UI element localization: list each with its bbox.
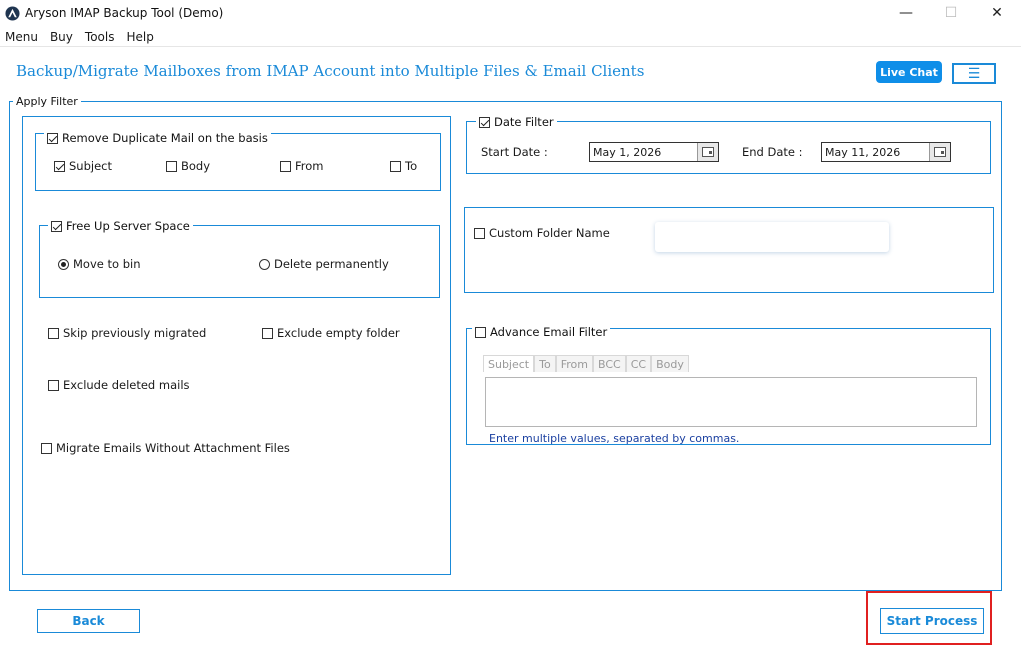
duplicate-to-checkbox[interactable]: To — [390, 159, 417, 173]
checkbox-icon — [280, 160, 291, 172]
end-date-value: May 11, 2026 — [825, 145, 901, 159]
exclude-empty-folder-checkbox[interactable]: Exclude empty folder — [262, 326, 400, 340]
menu-item-tools[interactable]: Tools — [80, 27, 120, 47]
menu-item-menu[interactable]: Menu — [0, 27, 43, 47]
advance-filter-hint: Enter multiple values, separated by comm… — [489, 432, 740, 445]
delete-permanently-radio[interactable]: Delete permanently — [259, 257, 389, 271]
exclude-deleted-label: Exclude deleted mails — [63, 378, 190, 392]
advance-filter-label: Advance Email Filter — [490, 325, 608, 339]
checkbox-icon — [479, 116, 490, 128]
checkbox-icon — [41, 442, 52, 454]
advance-filter-textarea[interactable] — [485, 377, 977, 427]
exclude-empty-label: Exclude empty folder — [277, 326, 400, 340]
custom-folder-input[interactable] — [655, 222, 889, 252]
close-button[interactable]: ✕ — [974, 0, 1020, 26]
start-date-picker[interactable]: May 1, 2026 — [589, 142, 719, 162]
page-title: Backup/Migrate Mailboxes from IMAP Accou… — [16, 62, 645, 80]
checkbox-icon — [48, 379, 59, 391]
exclude-deleted-checkbox[interactable]: Exclude deleted mails — [48, 378, 190, 392]
maximize-button[interactable]: ☐ — [928, 0, 974, 26]
tab-bcc[interactable]: BCC — [592, 355, 626, 372]
calendar-icon[interactable] — [929, 143, 950, 161]
start-date-value: May 1, 2026 — [593, 145, 662, 159]
menu-divider — [0, 46, 1021, 47]
remove-duplicate-label: Remove Duplicate Mail on the basis — [62, 131, 268, 145]
start-date-label: Start Date : — [481, 145, 548, 159]
checkbox-icon — [54, 160, 65, 172]
calendar-icon[interactable] — [697, 143, 718, 161]
tab-cc[interactable]: CC — [625, 355, 652, 372]
radio-icon — [259, 258, 270, 270]
duplicate-body-checkbox[interactable]: Body — [166, 159, 210, 173]
checkbox-icon — [166, 160, 177, 172]
remove-duplicate-checkbox[interactable]: Remove Duplicate Mail on the basis — [44, 131, 271, 145]
live-chat-button[interactable]: Live Chat — [876, 61, 942, 83]
to-label: To — [405, 159, 418, 173]
checkbox-icon — [48, 327, 59, 339]
subject-label: Subject — [69, 159, 112, 173]
custom-folder-label: Custom Folder Name — [489, 226, 610, 240]
advance-filter-checkbox[interactable]: Advance Email Filter — [472, 325, 611, 339]
from-label: From — [295, 159, 324, 173]
body-label: Body — [181, 159, 211, 173]
without-attachment-label: Migrate Emails Without Attachment Files — [56, 441, 290, 455]
end-date-label: End Date : — [742, 145, 803, 159]
without-attachment-checkbox[interactable]: Migrate Emails Without Attachment Files — [41, 441, 290, 455]
duplicate-subject-checkbox[interactable]: Subject — [54, 159, 112, 173]
checkbox-icon — [475, 326, 486, 338]
tab-from[interactable]: From — [555, 355, 593, 372]
move-to-bin-label: Move to bin — [73, 257, 141, 271]
apply-filter-label: Apply Filter — [13, 95, 81, 108]
skip-migrated-checkbox[interactable]: Skip previously migrated — [48, 326, 206, 340]
menu-item-help[interactable]: Help — [121, 27, 158, 47]
minimize-button[interactable]: — — [883, 0, 929, 26]
checkbox-icon — [47, 132, 58, 144]
hamburger-menu-button[interactable]: ☰ — [952, 63, 996, 84]
app-logo-icon — [5, 6, 20, 21]
tab-to[interactable]: To — [534, 355, 556, 372]
move-to-bin-radio[interactable]: Move to bin — [58, 257, 140, 271]
date-filter-label: Date Filter — [494, 115, 554, 129]
checkbox-icon — [390, 160, 401, 172]
menu-bar: Menu Buy Tools Help — [0, 27, 161, 47]
checkbox-icon — [51, 220, 62, 232]
start-process-button[interactable]: Start Process — [880, 608, 984, 634]
window-title: Aryson IMAP Backup Tool (Demo) — [25, 6, 224, 20]
duplicate-from-checkbox[interactable]: From — [280, 159, 324, 173]
free-space-label: Free Up Server Space — [66, 219, 190, 233]
checkbox-icon — [474, 227, 485, 239]
skip-migrated-label: Skip previously migrated — [63, 326, 207, 340]
end-date-picker[interactable]: May 11, 2026 — [821, 142, 951, 162]
free-space-checkbox[interactable]: Free Up Server Space — [48, 219, 193, 233]
back-button[interactable]: Back — [37, 609, 140, 633]
delete-permanently-label: Delete permanently — [274, 257, 389, 271]
tab-body[interactable]: Body — [651, 355, 689, 372]
tab-subject[interactable]: Subject — [483, 355, 535, 372]
date-filter-checkbox[interactable]: Date Filter — [476, 115, 557, 129]
menu-item-buy[interactable]: Buy — [45, 27, 78, 47]
advance-filter-tabs: Subject To From BCC CC Body — [483, 355, 689, 372]
checkbox-icon — [262, 327, 273, 339]
radio-icon — [58, 258, 69, 270]
custom-folder-checkbox[interactable]: Custom Folder Name — [474, 226, 610, 240]
